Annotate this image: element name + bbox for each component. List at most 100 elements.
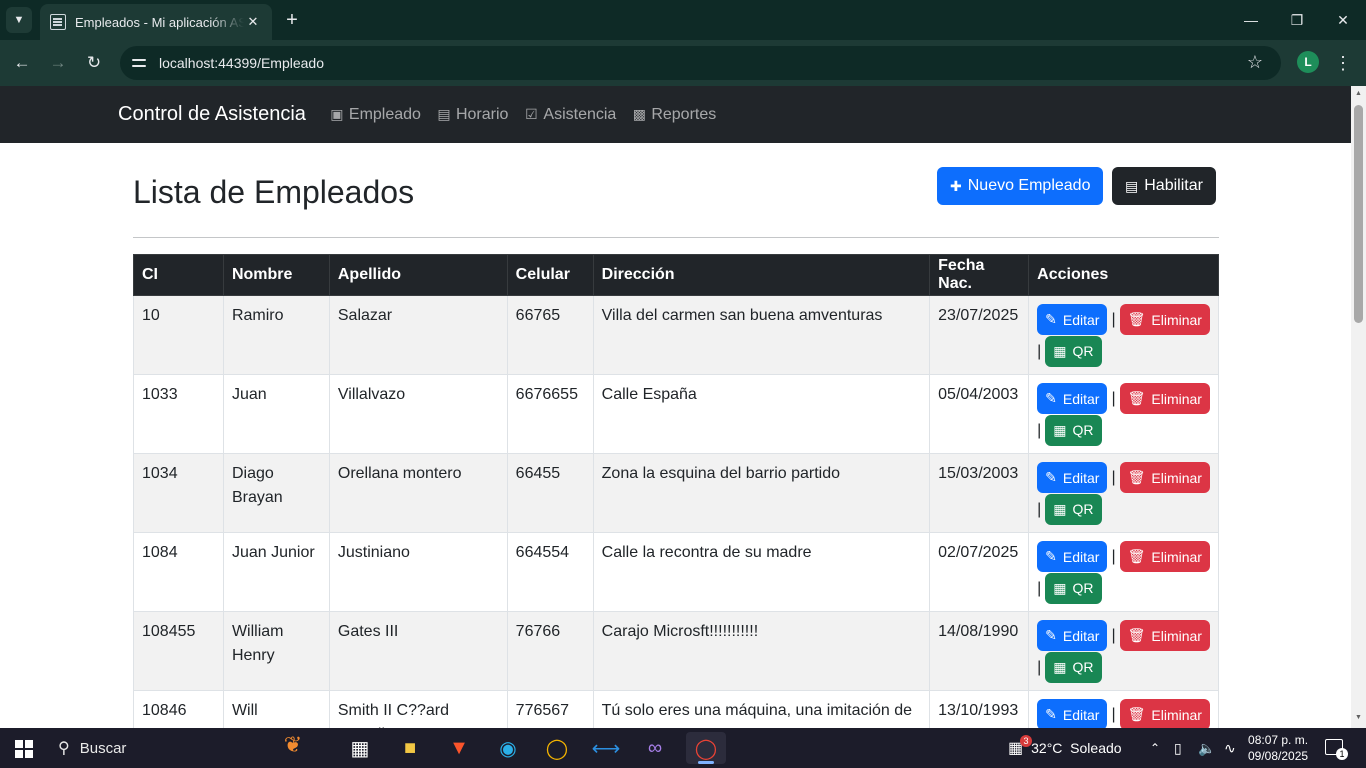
system-clock[interactable]: 08:07 p. m. 09/08/2025 bbox=[1248, 732, 1308, 764]
delete-button[interactable]: 🗑 Eliminar bbox=[1119, 541, 1210, 573]
nav-link-asistencia[interactable]: ☑ Asistencia bbox=[524, 106, 616, 124]
edit-button[interactable]: ✎ Editar bbox=[1037, 620, 1108, 652]
nav-link-horario[interactable]: ▤ Horario bbox=[437, 106, 508, 124]
reload-button[interactable]: ↻ bbox=[80, 49, 108, 77]
cell-ci: 1034 bbox=[133, 453, 224, 533]
delete-button[interactable]: 🗑 Eliminar bbox=[1119, 699, 1210, 728]
profile-avatar[interactable]: L bbox=[1297, 51, 1319, 73]
address-bar[interactable]: localhost:44399/Empleado ☆ bbox=[120, 46, 1281, 80]
cell-direccion: Villa del carmen san buena amventuras bbox=[592, 295, 931, 375]
minimize-button[interactable]: — bbox=[1228, 0, 1274, 40]
visual-studio-icon[interactable]: ∞ bbox=[635, 732, 675, 764]
scroll-up-arrow-icon[interactable]: ▲ bbox=[1354, 90, 1363, 98]
pencil-icon: ✎ bbox=[1045, 390, 1057, 407]
enable-button[interactable]: ▤ Habilitar bbox=[1112, 167, 1216, 205]
qr-button[interactable]: ▦ QR bbox=[1045, 572, 1102, 604]
file-explorer-icon[interactable]: ■ bbox=[390, 732, 430, 764]
cell-celular: 664554 bbox=[506, 532, 594, 612]
delete-button[interactable]: 🗑 Eliminar bbox=[1119, 462, 1210, 494]
tab-search-button[interactable]: ▼ bbox=[6, 7, 32, 33]
battery-icon[interactable]: ▯ bbox=[1174, 728, 1182, 768]
delete-label: Eliminar bbox=[1151, 311, 1202, 328]
nav-link-label: Reportes bbox=[651, 105, 717, 123]
restore-button[interactable]: ❐ bbox=[1274, 0, 1320, 40]
wifi-icon[interactable]: ∿ bbox=[1224, 728, 1236, 768]
delete-label: Eliminar bbox=[1151, 627, 1202, 644]
qr-label: QR bbox=[1072, 580, 1094, 597]
bookmark-star-icon[interactable]: ☆ bbox=[1247, 52, 1263, 73]
cell-direccion: Calle España bbox=[592, 374, 931, 454]
delete-button[interactable]: 🗑 Eliminar bbox=[1119, 304, 1210, 336]
pencil-icon: ✎ bbox=[1045, 706, 1057, 723]
pencil-icon: ✎ bbox=[1045, 627, 1057, 644]
site-info-icon[interactable] bbox=[132, 56, 150, 70]
cell-nombre: Diago Brayan bbox=[222, 453, 330, 533]
scroll-thumb[interactable] bbox=[1354, 105, 1363, 323]
qr-button[interactable]: ▦ QR bbox=[1045, 414, 1102, 446]
search-highlight-feather-icon[interactable]: ❦ bbox=[258, 732, 328, 764]
qr-label: QR bbox=[1072, 659, 1094, 676]
chrome-icon[interactable]: ◯ bbox=[537, 732, 577, 764]
brave-browser-icon[interactable]: ▼ bbox=[439, 732, 479, 764]
browser-tab[interactable]: Empleados - Mi aplicación ASP.NET ✕ bbox=[40, 4, 272, 40]
page-scrollbar[interactable]: ▲ ▼ bbox=[1351, 86, 1366, 728]
qr-button[interactable]: ▦ QR bbox=[1045, 493, 1102, 525]
new-employee-button[interactable]: ✚ Nuevo Empleado bbox=[937, 167, 1104, 205]
edit-label: Editar bbox=[1062, 627, 1100, 644]
column-header: Nombre bbox=[222, 254, 330, 296]
new-tab-button[interactable]: + bbox=[280, 8, 304, 32]
edit-button[interactable]: ✎ Editar bbox=[1037, 699, 1108, 728]
cell-celular: 776567 bbox=[506, 690, 594, 728]
forward-button[interactable]: → bbox=[44, 49, 72, 77]
action-separator: | bbox=[1111, 706, 1116, 724]
nav-link-label: Asistencia bbox=[543, 105, 617, 123]
vscode-icon[interactable]: ⟷ bbox=[586, 732, 626, 764]
nav-link-label: Horario bbox=[455, 105, 509, 123]
back-button[interactable]: ← bbox=[8, 49, 36, 77]
show-hidden-icons-chevron-icon[interactable]: ⌃ bbox=[1150, 728, 1160, 768]
trash-icon: 🗑 bbox=[1127, 469, 1146, 486]
nav-link-reportes[interactable]: ▩ Reportes bbox=[632, 105, 717, 124]
browser-menu-icon[interactable]: ⋮ bbox=[1333, 50, 1353, 76]
cell-actions: ✎ Editar | 🗑 Eliminar | ▦ QR bbox=[1028, 453, 1219, 533]
edit-button[interactable]: ✎ Editar bbox=[1037, 462, 1108, 494]
scroll-down-arrow-icon[interactable]: ▼ bbox=[1354, 714, 1363, 722]
qr-button[interactable]: ▦ QR bbox=[1045, 335, 1102, 367]
cell-fecha: 14/08/1990 bbox=[929, 611, 1030, 691]
edit-label: Editar bbox=[1062, 706, 1100, 723]
clock-time: 08:07 p. m. bbox=[1248, 733, 1309, 747]
edit-label: Editar bbox=[1062, 469, 1100, 486]
navbar-brand[interactable]: Control de Asistencia bbox=[118, 103, 306, 126]
qr-button[interactable]: ▦ QR bbox=[1045, 651, 1102, 683]
trash-icon: 🗑 bbox=[1127, 627, 1146, 644]
close-tab-icon[interactable]: ✕ bbox=[244, 14, 262, 30]
edge-browser-icon[interactable]: ◉ bbox=[488, 732, 528, 764]
qr-code-icon: ▦ bbox=[1053, 500, 1067, 517]
column-header: CI bbox=[133, 254, 224, 296]
volume-icon[interactable]: 🔈 bbox=[1198, 728, 1215, 768]
action-separator: | bbox=[1037, 500, 1042, 518]
user-plus-icon: ✚ bbox=[950, 177, 962, 194]
delete-button[interactable]: 🗑 Eliminar bbox=[1119, 383, 1210, 415]
delete-label: Eliminar bbox=[1151, 548, 1202, 565]
trash-icon: 🗑 bbox=[1127, 390, 1146, 407]
id-card-icon: ▣ bbox=[330, 106, 344, 122]
cell-apellido: Orellana montero bbox=[328, 453, 508, 533]
chrome-active-icon[interactable]: ◯ bbox=[686, 732, 726, 764]
url-text[interactable]: localhost:44399/Empleado bbox=[159, 55, 324, 71]
cell-ci: 1033 bbox=[133, 374, 224, 454]
edit-button[interactable]: ✎ Editar bbox=[1037, 541, 1108, 573]
windows-start-icon[interactable] bbox=[15, 740, 33, 758]
weather-widget[interactable]: ▦ 32°C Soleado bbox=[1008, 728, 1122, 768]
weather-text: 32°C Soleado bbox=[1031, 740, 1122, 756]
close-window-button[interactable]: ✕ bbox=[1320, 0, 1366, 40]
cell-nombre: Ramiro bbox=[222, 295, 330, 375]
edit-button[interactable]: ✎ Editar bbox=[1037, 304, 1108, 336]
nav-link-empleado[interactable]: ▣ Empleado bbox=[330, 106, 421, 124]
cell-direccion: Zona la esquina del barrio partido bbox=[592, 453, 931, 533]
delete-button[interactable]: 🗑 Eliminar bbox=[1119, 620, 1210, 652]
cell-nombre: Juan bbox=[222, 374, 330, 454]
edit-button[interactable]: ✎ Editar bbox=[1037, 383, 1108, 415]
browser-title-bar: ▼ Empleados - Mi aplicación ASP.NET ✕ + … bbox=[0, 0, 1366, 40]
task-view-icon[interactable]: ▦ bbox=[340, 732, 380, 764]
